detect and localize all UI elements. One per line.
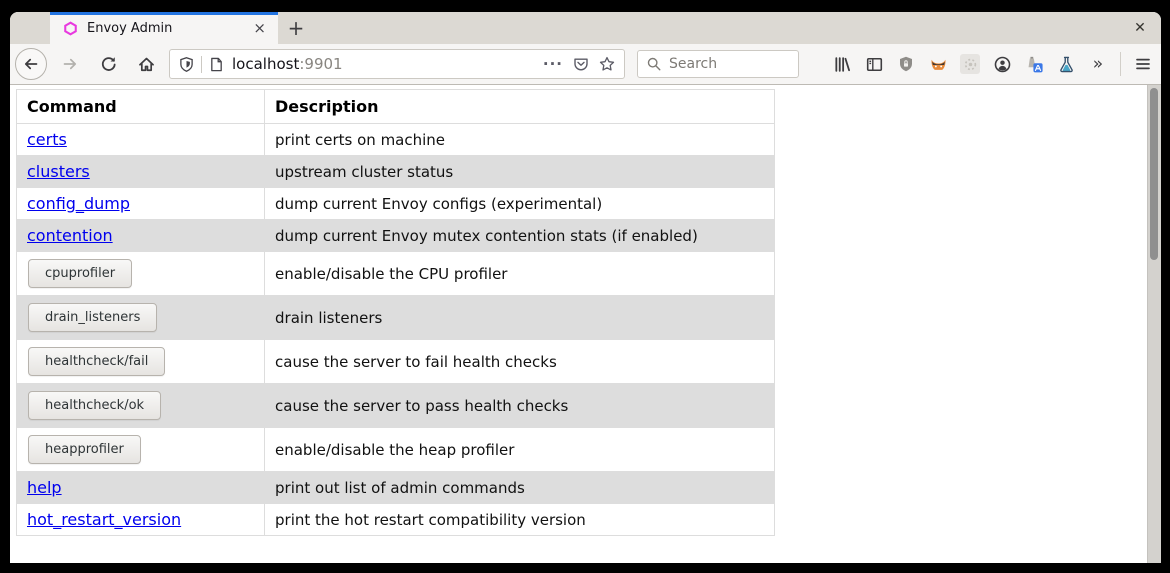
command-button-drain-listeners[interactable]: drain_listeners <box>28 303 157 332</box>
sidebar-toggle-icon[interactable] <box>864 54 884 74</box>
command-button-healthcheck-ok[interactable]: healthcheck/ok <box>28 391 161 420</box>
table-row: healthcheck/ok cause the server to pass h… <box>17 384 775 428</box>
command-cell: hot_restart_version <box>17 504 265 536</box>
screenshot-root: { "window": { "tab": { "title": "Envoy A… <box>0 0 1170 573</box>
description-cell: drain listeners <box>265 296 775 340</box>
tabbar-empty-space <box>314 12 1119 44</box>
toolbar-separator <box>1120 52 1121 76</box>
titlebar-spacer <box>10 12 50 44</box>
command-cell: heapprofiler <box>17 428 265 472</box>
command-cell: cpuprofiler <box>17 252 265 296</box>
description-cell: dump current Envoy mutex contention stat… <box>265 220 775 252</box>
url-host: localhost <box>232 55 299 73</box>
overflow-chevron-icon[interactable]: » <box>1088 54 1108 74</box>
command-cell: healthcheck/fail <box>17 340 265 384</box>
reload-button[interactable] <box>93 49 123 79</box>
home-button[interactable] <box>131 49 161 79</box>
description-cell: enable/disable the CPU profiler <box>265 252 775 296</box>
table-row: help print out list of admin commands <box>17 472 775 504</box>
active-tab-indicator <box>50 12 278 15</box>
table-row: heapprofiler enable/disable the heap prof… <box>17 428 775 472</box>
menu-hamburger-icon[interactable] <box>1133 54 1153 74</box>
command-cell: drain_listeners <box>17 296 265 340</box>
bookmark-star-icon[interactable] <box>599 56 615 72</box>
description-column-header: Description <box>265 90 775 124</box>
search-bar[interactable]: Search <box>637 50 799 78</box>
description-cell: dump current Envoy configs (experimental… <box>265 188 775 220</box>
command-cell: clusters <box>17 156 265 188</box>
command-cell: contention <box>17 220 265 252</box>
shield-lock-extension-icon[interactable] <box>896 54 916 74</box>
command-cell: certs <box>17 124 265 156</box>
page-content: Command Description certs print certs on … <box>10 85 1161 563</box>
description-cell: cause the server to pass health checks <box>265 384 775 428</box>
translate-extension-icon[interactable] <box>1024 54 1044 74</box>
back-button[interactable] <box>15 48 47 80</box>
table-row: config_dump dump current Envoy configs (e… <box>17 188 775 220</box>
pocket-icon[interactable] <box>573 56 589 72</box>
description-cell: print out list of admin commands <box>265 472 775 504</box>
vertical-scrollbar[interactable] <box>1147 85 1161 563</box>
disabled-extension-icon[interactable] <box>960 54 980 74</box>
description-cell: cause the server to fail health checks <box>265 340 775 384</box>
command-link-help[interactable]: help <box>27 478 62 497</box>
search-placeholder: Search <box>669 56 717 72</box>
library-icon[interactable] <box>832 54 852 74</box>
command-button-heapprofiler[interactable]: heapprofiler <box>28 435 141 464</box>
command-button-cpuprofiler[interactable]: cpuprofiler <box>28 259 132 288</box>
tab-bar: Envoy Admin × + ✕ <box>10 12 1161 44</box>
urlbar-separator <box>201 56 202 73</box>
forward-button[interactable] <box>55 49 85 79</box>
url-port: :9901 <box>299 55 342 73</box>
command-cell: help <box>17 472 265 504</box>
scrollbar-thumb[interactable] <box>1150 88 1158 260</box>
envoy-favicon-icon <box>63 21 78 36</box>
page-info-icon[interactable] <box>209 57 224 72</box>
window-close-button[interactable]: ✕ <box>1119 12 1161 44</box>
command-link-clusters[interactable]: clusters <box>27 162 90 181</box>
table-row: contention dump current Envoy mutex conte… <box>17 220 775 252</box>
new-tab-button[interactable]: + <box>278 12 314 44</box>
command-cell: healthcheck/ok <box>17 384 265 428</box>
toolbar-icon-strip: » <box>820 52 1153 76</box>
command-column-header: Command <box>17 90 265 124</box>
table-row: certs print certs on machine <box>17 124 775 156</box>
table-row: clusters upstream cluster status <box>17 156 775 188</box>
table-row: hot_restart_version print the hot restart… <box>17 504 775 536</box>
flask-extension-icon[interactable] <box>1056 54 1076 74</box>
fox-extension-icon[interactable] <box>928 54 948 74</box>
command-button-healthcheck-fail[interactable]: healthcheck/fail <box>28 347 165 376</box>
admin-commands-table: Command Description certs print certs on … <box>16 89 775 536</box>
tab-title: Envoy Admin <box>87 21 249 36</box>
description-cell: print the hot restart compatibility vers… <box>265 504 775 536</box>
url-text[interactable]: localhost:9901 <box>232 55 543 73</box>
command-link-config-dump[interactable]: config_dump <box>27 194 130 213</box>
search-icon <box>647 57 661 71</box>
command-link-hot-restart-version[interactable]: hot_restart_version <box>27 510 181 529</box>
command-cell: config_dump <box>17 188 265 220</box>
description-cell: enable/disable the heap profiler <box>265 428 775 472</box>
navigation-toolbar: localhost:9901 ··· Search <box>10 44 1161 85</box>
url-bar[interactable]: localhost:9901 ··· <box>169 49 625 79</box>
table-header-row: Command Description <box>17 90 775 124</box>
description-cell: print certs on machine <box>265 124 775 156</box>
account-icon[interactable] <box>992 54 1012 74</box>
description-cell: upstream cluster status <box>265 156 775 188</box>
tab-close-icon[interactable]: × <box>249 19 270 38</box>
browser-window: Envoy Admin × + ✕ localhost:9901 <box>10 12 1161 563</box>
table-row: cpuprofiler enable/disable the CPU profil… <box>17 252 775 296</box>
command-link-contention[interactable]: contention <box>27 226 113 245</box>
tab-envoy-admin[interactable]: Envoy Admin × <box>50 12 278 44</box>
page-actions-icon[interactable]: ··· <box>543 55 563 73</box>
command-link-certs[interactable]: certs <box>27 130 67 149</box>
tracking-protection-shield-icon[interactable] <box>179 57 194 72</box>
table-row: healthcheck/fail cause the server to fail… <box>17 340 775 384</box>
table-row: drain_listeners drain listeners <box>17 296 775 340</box>
